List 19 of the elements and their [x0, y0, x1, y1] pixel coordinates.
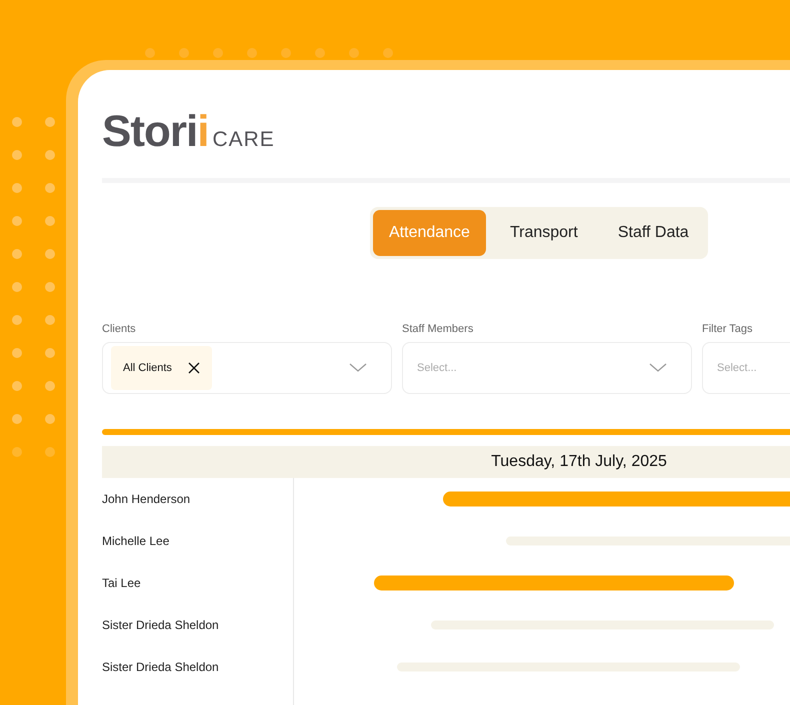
client-name: Tai Lee [102, 562, 294, 604]
client-name: John Henderson [102, 478, 294, 520]
filter-chip[interactable]: All Clients [111, 346, 212, 390]
close-icon[interactable] [188, 362, 200, 374]
client-name: Michelle Lee [102, 520, 294, 562]
field-label: Staff Members [402, 323, 474, 335]
placeholder-text: Select... [716, 362, 758, 374]
select-field[interactable]: All Clients [102, 342, 392, 394]
tab[interactable]: Staff Data [602, 210, 705, 256]
tab[interactable]: Transport [494, 210, 594, 256]
client-name: Sister Drieda Sheldon [102, 604, 294, 646]
chevron-down-icon[interactable] [349, 363, 367, 373]
chevron-down-icon[interactable] [649, 363, 667, 373]
date-header: Tuesday, 17th July, 2025 [102, 446, 790, 478]
client-name: Sister Drieda Sheldon [102, 646, 294, 688]
logo: Storii CARE [102, 110, 275, 158]
field-label: Filter Tags [702, 323, 754, 335]
field-label: Clients [102, 323, 137, 335]
placeholder-text: Select... [416, 362, 458, 374]
